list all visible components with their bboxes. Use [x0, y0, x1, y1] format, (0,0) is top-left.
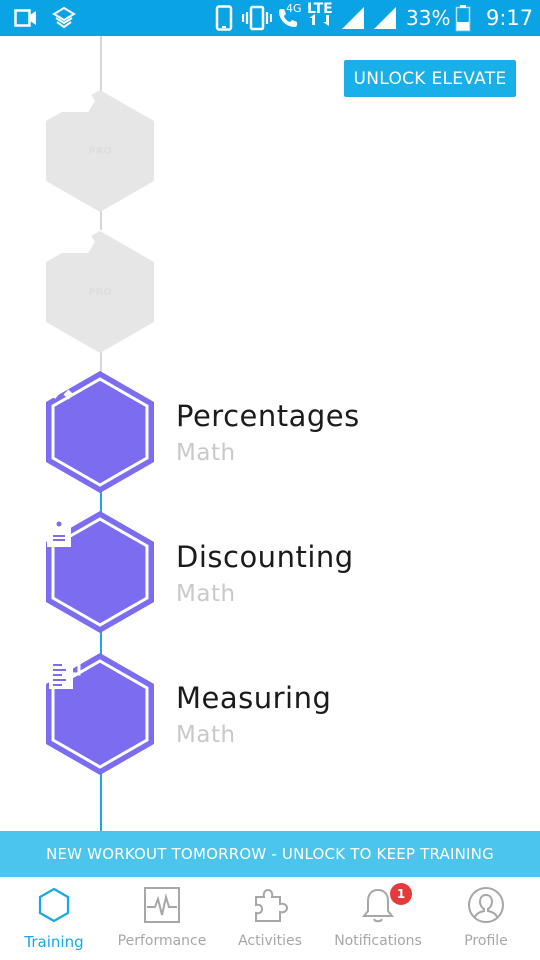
locked-lesson-2[interactable]: PRO — [44, 230, 156, 354]
path-line-top — [100, 36, 102, 92]
path-line-locked-2 — [100, 352, 102, 372]
battery-icon — [455, 0, 471, 36]
nav-training[interactable]: Training — [0, 877, 108, 960]
clock: 9:17 — [486, 6, 534, 30]
shield-app-icon — [52, 0, 76, 36]
lesson-title: Discounting — [176, 540, 354, 574]
measuring-cup-icon — [44, 652, 156, 776]
nav-label: Training — [24, 933, 84, 951]
nav-notifications[interactable]: 1 Notifications — [324, 877, 432, 960]
pro-badge-label: PRO — [88, 286, 112, 298]
network-type-label: 4G — [286, 1, 302, 15]
percent-icon — [44, 370, 156, 494]
unlock-banner[interactable]: NEW WORKOUT TOMORROW - UNLOCK TO KEEP TR… — [0, 831, 540, 877]
status-bar: 4G LTE 33% 9:17 — [0, 0, 540, 36]
profile-avatar-icon — [468, 887, 504, 923]
nav-label: Notifications — [334, 933, 422, 949]
nav-activities[interactable]: Activities — [216, 877, 324, 960]
lesson-title: Measuring — [176, 681, 332, 715]
phone-device-icon — [214, 0, 234, 36]
lesson-title: Percentages — [176, 399, 360, 433]
price-tag-icon — [44, 510, 156, 634]
notification-count-badge: 1 — [390, 883, 412, 905]
lesson-percentages[interactable] — [44, 370, 156, 494]
lesson-discounting[interactable] — [44, 510, 156, 634]
lesson-subject: Math — [176, 440, 236, 466]
bottom-navigation: Training Performance Activities 1 Notifi… — [0, 877, 540, 960]
nav-profile[interactable]: Profile — [432, 877, 540, 960]
nav-label: Activities — [238, 933, 302, 949]
lesson-measuring[interactable] — [44, 652, 156, 776]
pro-badge-shape — [45, 231, 95, 253]
nav-label: Performance — [117, 933, 207, 949]
video-camera-icon — [14, 0, 38, 36]
lesson-subject: Math — [176, 722, 236, 748]
signal-icon — [340, 0, 366, 36]
training-path[interactable]: UNLOCK ELEVATE PRO PRO Percentages Math … — [0, 36, 540, 876]
pro-badge-shape — [45, 90, 95, 112]
heartbeat-chart-icon — [144, 887, 180, 923]
locked-lesson-1[interactable]: PRO — [44, 89, 156, 213]
nav-label: Profile — [464, 933, 508, 949]
vibrate-icon — [242, 0, 272, 36]
hexagon-icon — [38, 887, 70, 923]
signal-icon-2 — [372, 0, 398, 36]
nav-performance[interactable]: Performance — [108, 877, 216, 960]
unlock-elevate-button[interactable]: UNLOCK ELEVATE — [344, 60, 516, 97]
pro-badge-label: PRO — [88, 145, 112, 157]
lesson-subject: Math — [176, 581, 236, 607]
puzzle-piece-icon — [255, 888, 289, 922]
data-arrows-icon — [309, 10, 335, 30]
battery-percent: 33% — [406, 6, 451, 30]
